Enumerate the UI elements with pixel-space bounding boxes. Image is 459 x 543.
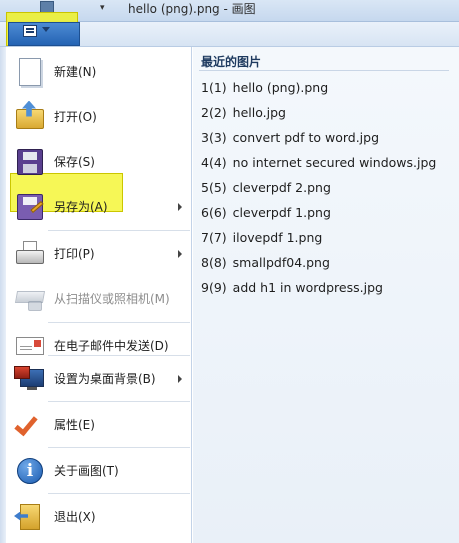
menu-item-new[interactable]: 新建(N): [8, 49, 190, 94]
recent-item-number: 3(3): [201, 130, 227, 145]
scanner-icon: [14, 283, 46, 315]
printer-icon: [14, 238, 46, 270]
save-as-icon: [14, 191, 46, 223]
menu-item-label: 属性(E): [54, 418, 95, 432]
recent-item-filename: hello (png).png: [232, 80, 329, 95]
recent-item[interactable]: 3(3) convert pdf to word.jpg: [201, 130, 451, 150]
menu-item-save[interactable]: 保存(S): [8, 139, 190, 184]
menu-item-open[interactable]: 打开(O): [8, 94, 190, 139]
recent-item-number: 8(8): [201, 255, 227, 270]
menu-item-label: 从扫描仪或照相机(M): [54, 292, 170, 306]
chevron-right-icon: [178, 250, 182, 258]
menu-item-label: 退出(X): [54, 510, 96, 524]
recent-item[interactable]: 4(4) no internet secured windows.jpg: [201, 155, 451, 175]
chevron-right-icon: [178, 375, 182, 383]
app-menu-button[interactable]: [8, 22, 80, 46]
new-file-icon: [14, 56, 46, 88]
menu-item-label: 打开(O): [54, 110, 97, 124]
app-menu-icon: [23, 25, 37, 37]
recent-item[interactable]: 9(9) add h1 in wordpress.jpg: [201, 280, 451, 300]
recent-item-number: 7(7): [201, 230, 227, 245]
info-icon: i: [14, 455, 46, 487]
menu-item-about[interactable]: i 关于画图(T): [8, 448, 190, 493]
menu-item-label: 关于画图(T): [54, 464, 119, 478]
recent-item[interactable]: 2(2) hello.jpg: [201, 105, 451, 125]
menu-item-exit[interactable]: 退出(X): [8, 494, 190, 539]
recent-heading-divider: [199, 70, 449, 71]
recent-item-filename: cleverpdf 2.png: [232, 180, 331, 195]
app-menu-commands: 新建(N) 打开(O) 保存(S) 另存为(A) 打印(P) 从扫描仪或照相机(…: [0, 47, 192, 543]
chevron-right-icon: [178, 203, 182, 211]
recent-item-filename: ilovepdf 1.png: [232, 230, 323, 245]
menu-item-label: 在电子邮件中发送(D): [54, 339, 169, 353]
chevron-down-icon: [42, 27, 50, 32]
recent-item-number: 6(6): [201, 205, 227, 220]
menu-item-label: 保存(S): [54, 155, 95, 169]
menu-item-save-as[interactable]: 另存为(A): [8, 184, 190, 229]
recent-item-filename: smallpdf04.png: [232, 255, 330, 270]
recent-item-filename: hello.jpg: [232, 105, 286, 120]
recent-item-filename: no internet secured windows.jpg: [232, 155, 437, 170]
recent-item[interactable]: 1(1) hello (png).png: [201, 80, 451, 100]
recent-item-number: 2(2): [201, 105, 227, 120]
menu-item-from-scanner[interactable]: 从扫描仪或照相机(M): [8, 276, 190, 321]
menu-item-properties[interactable]: 属性(E): [8, 402, 190, 447]
menu-gutter: [0, 47, 6, 543]
exit-icon: [14, 501, 46, 533]
window-title: hello (png).png - 画图: [128, 2, 256, 16]
menu-item-label: 打印(P): [54, 247, 95, 261]
recent-item-number: 1(1): [201, 80, 227, 95]
recent-item-filename: convert pdf to word.jpg: [232, 130, 380, 145]
recent-item[interactable]: 6(6) cleverpdf 1.png: [201, 205, 451, 225]
menu-item-label: 新建(N): [54, 65, 97, 79]
properties-check-icon: [14, 409, 46, 441]
recent-item[interactable]: 5(5) cleverpdf 2.png: [201, 180, 451, 200]
quick-access-dropdown-icon[interactable]: ▾: [100, 3, 105, 13]
recent-item-filename: add h1 in wordpress.jpg: [232, 280, 383, 295]
menu-item-set-desktop-background[interactable]: 设置为桌面背景(B): [8, 356, 190, 401]
menu-item-label: 设置为桌面背景(B): [54, 372, 156, 386]
recent-item[interactable]: 8(8) smallpdf04.png: [201, 255, 451, 275]
menu-item-label: 另存为(A): [54, 200, 108, 214]
app-menu-panel: 新建(N) 打开(O) 保存(S) 另存为(A) 打印(P) 从扫描仪或照相机(…: [0, 46, 459, 543]
open-folder-icon: [14, 100, 46, 133]
recent-item-number: 9(9): [201, 280, 227, 295]
recent-item-number: 5(5): [201, 180, 227, 195]
recent-item-number: 4(4): [201, 155, 227, 170]
recent-item-filename: cleverpdf 1.png: [232, 205, 331, 220]
desktop-background-icon: [14, 363, 46, 395]
save-disk-icon: [14, 146, 46, 178]
menu-item-print[interactable]: 打印(P): [8, 231, 190, 276]
recent-pictures-heading: 最近的图片: [201, 55, 262, 69]
recent-item[interactable]: 7(7) ilovepdf 1.png: [201, 230, 451, 250]
